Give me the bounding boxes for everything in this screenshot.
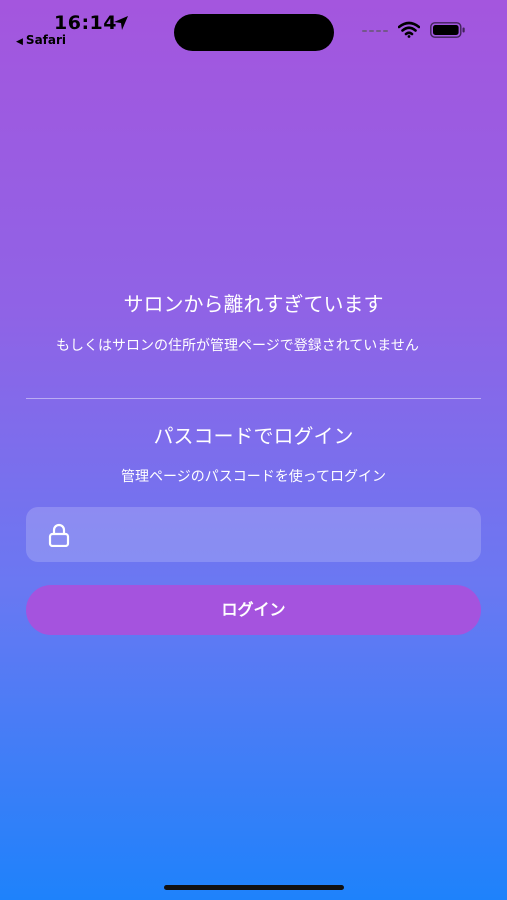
notice-message: もしくはサロンの住所が管理ページで登録されていません — [56, 338, 419, 354]
back-arrow-icon: ◀ — [16, 37, 23, 47]
lock-icon — [48, 523, 70, 547]
back-app-label: Safari — [25, 33, 67, 47]
battery-icon — [430, 22, 465, 38]
signal-icon — [362, 30, 388, 32]
section-divider — [26, 398, 481, 399]
passcode-input[interactable] — [86, 507, 471, 562]
passcode-login-title: パスコードでログイン — [153, 424, 354, 448]
wifi-icon — [398, 21, 420, 38]
passcode-login-hint: 管理ページのパスコードを使ってログイン — [120, 469, 387, 485]
passcode-field[interactable] — [26, 507, 481, 562]
status-bar: 16:14 ◀ Safari — [0, 0, 507, 60]
login-button[interactable]: ログイン — [26, 585, 481, 635]
notice-title: サロンから離れすぎています — [123, 292, 384, 316]
dynamic-island — [174, 14, 334, 51]
location-arrow-icon — [114, 16, 128, 30]
home-indicator[interactable] — [164, 885, 344, 890]
back-to-app-link[interactable]: ◀ Safari — [16, 33, 66, 47]
status-time: 16:14 — [54, 12, 117, 34]
